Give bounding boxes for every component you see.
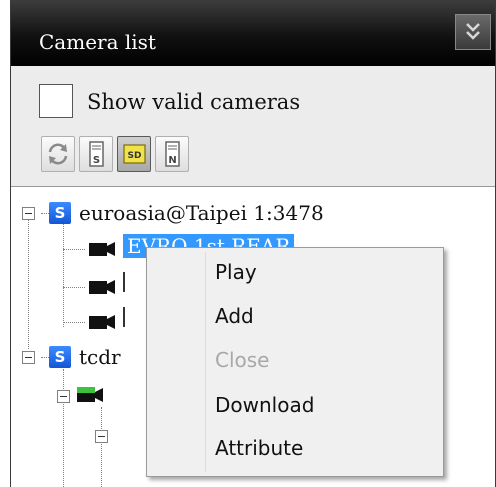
menu-divider [205,252,206,472]
menu-item-add[interactable]: Add [215,304,254,328]
menu-item-play[interactable]: Play [215,260,257,284]
menu-item-download[interactable]: Download [215,393,314,417]
context-menu: Play Add Close Download Attribute [146,247,444,477]
collapse-button[interactable] [455,14,491,50]
collapse-node-toggle[interactable] [22,351,35,364]
server-node-label[interactable]: euroasia@Taipei 1:3478 [79,201,324,225]
menu-item-close: Close [215,348,270,372]
s-stream-button[interactable]: S [79,136,113,172]
camera-node[interactable] [123,272,131,292]
tree-line [41,357,49,358]
server-badge: S [49,346,71,368]
double-chevron-down-icon [466,23,480,40]
show-valid-cameras-label: Show valid cameras [87,90,301,114]
tree-line [101,407,102,487]
tree-line [41,213,49,214]
sd-stream-icon: SD [123,144,146,164]
svg-text:SD: SD [128,151,142,161]
s-stream-icon: S [89,141,104,167]
collapse-node-toggle[interactable] [22,207,35,220]
collapse-node-toggle[interactable] [57,390,70,403]
camera-group-icon [77,387,103,402]
refresh-button[interactable] [41,136,75,172]
sd-stream-button[interactable]: SD [117,136,151,172]
collapse-node-toggle[interactable] [95,430,108,443]
tree-line [63,369,64,487]
filter-toolbar: Show valid cameras S SD N [11,66,495,187]
camera-list-panel: Camera list Show valid cameras S SD N S … [10,0,496,487]
svg-text:N: N [168,155,176,166]
tree-line [63,287,85,288]
tree-line [63,249,85,250]
n-stream-icon: N [165,141,180,167]
panel-header: Camera list [11,0,495,66]
camera-icon [89,280,115,294]
menu-item-attribute[interactable]: Attribute [215,436,303,460]
n-stream-button[interactable]: N [155,136,189,172]
tree-line [63,217,64,327]
svg-text:S: S [93,155,100,166]
camera-icon [89,315,115,329]
server-badge: S [49,202,71,224]
server-node-label[interactable]: tcdr [79,345,121,369]
show-valid-cameras-checkbox[interactable] [39,84,73,118]
camera-icon [89,242,115,256]
camera-node[interactable] [123,307,131,327]
tree-line [28,213,29,349]
panel-title: Camera list [39,30,156,54]
refresh-icon [48,143,68,165]
tree-line [63,322,85,323]
